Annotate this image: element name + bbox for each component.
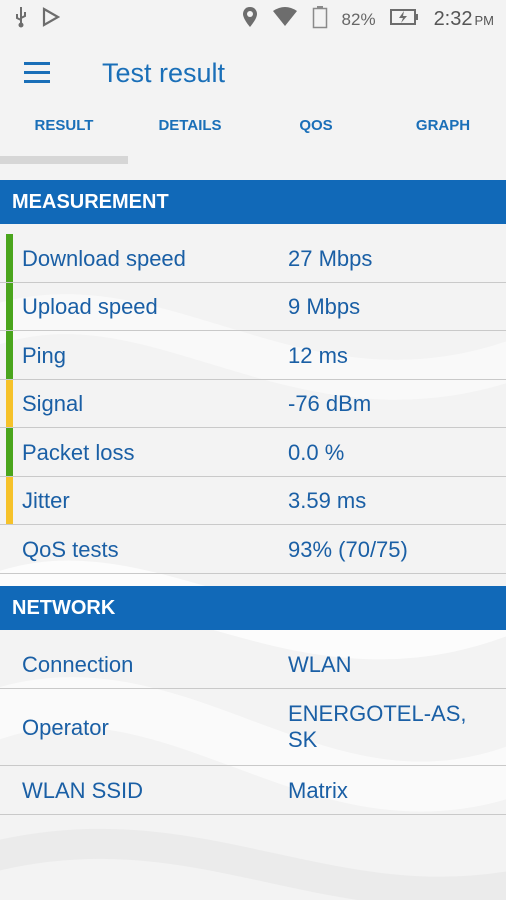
row-value: -76 dBm: [288, 391, 372, 416]
menu-icon[interactable]: [24, 62, 54, 86]
row-value: 12 ms: [288, 343, 348, 368]
measurement-row-download: Download speed 27 Mbps: [0, 234, 506, 283]
clock: 2:32 PM: [434, 8, 494, 31]
measurement-row-packet-loss: Packet loss 0.0 %: [0, 428, 506, 477]
row-label: Ping: [22, 343, 67, 368]
battery-charging-icon: [389, 8, 420, 31]
clock-ampm: PM: [474, 13, 495, 28]
indicator-bar-warning: [6, 380, 13, 427]
row-label: Upload speed: [22, 294, 158, 319]
network-row-operator: Operator ENERGOTEL-AS, SK: [0, 689, 506, 766]
row-value: ENERGOTEL-AS, SK: [288, 701, 467, 752]
measurement-row-ping: Ping 12 ms: [0, 331, 506, 380]
tab-details[interactable]: DETAILS: [128, 108, 252, 148]
row-label: Download speed: [22, 246, 186, 271]
tab-result[interactable]: RESULT: [0, 108, 128, 148]
row-label: Operator: [22, 715, 109, 740]
measurement-header: MEASUREMENT: [0, 180, 506, 224]
row-label: QoS tests: [22, 537, 119, 562]
network-header: NETWORK: [0, 586, 506, 630]
indicator-bar-good: [6, 283, 13, 330]
location-icon: [242, 6, 258, 33]
tab-graph[interactable]: GRAPH: [380, 108, 506, 148]
app-bar: Test result: [0, 36, 506, 116]
battery-outline-icon: [312, 5, 328, 34]
page-title: Test result: [102, 58, 226, 88]
row-label: Packet loss: [22, 440, 135, 465]
wifi-icon: [272, 7, 298, 32]
row-value: 27 Mbps: [288, 246, 373, 271]
row-value: WLAN: [288, 652, 352, 677]
indicator-bar-good: [6, 234, 13, 282]
battery-percentage: 82%: [341, 9, 376, 29]
indicator-bar-good: [6, 428, 13, 476]
network-row-wlan-ssid: WLAN SSID Matrix: [0, 766, 506, 815]
play-store-icon: [42, 7, 61, 32]
row-label: WLAN SSID: [22, 778, 144, 803]
tab-qos[interactable]: QOS: [252, 108, 380, 148]
measurement-row-jitter: Jitter 3.59 ms: [0, 477, 506, 525]
status-bar: 82% 2:32 PM: [0, 0, 506, 36]
row-label: Signal: [22, 391, 84, 416]
usb-icon: [14, 6, 28, 33]
row-label: Connection: [22, 652, 134, 677]
measurement-row-qos-tests[interactable]: QoS tests 93% (70/75): [0, 525, 506, 574]
row-value: 0.0 %: [288, 440, 345, 465]
row-value: Matrix: [288, 778, 348, 803]
tab-bar: RESULT DETAILS QOS GRAPH: [0, 108, 506, 164]
tab-selected-indicator: [0, 156, 128, 164]
row-value: 9 Mbps: [288, 294, 361, 319]
row-label: Jitter: [22, 488, 70, 513]
row-value: 93% (70/75): [288, 537, 408, 562]
indicator-bar-warning: [6, 477, 13, 524]
network-row-connection: Connection WLAN: [0, 640, 506, 689]
clock-time: 2:32: [433, 8, 473, 30]
row-value: 3.59 ms: [288, 488, 367, 513]
measurement-row-upload: Upload speed 9 Mbps: [0, 283, 506, 331]
measurement-row-signal: Signal -76 dBm: [0, 380, 506, 428]
indicator-bar-good: [6, 331, 13, 379]
